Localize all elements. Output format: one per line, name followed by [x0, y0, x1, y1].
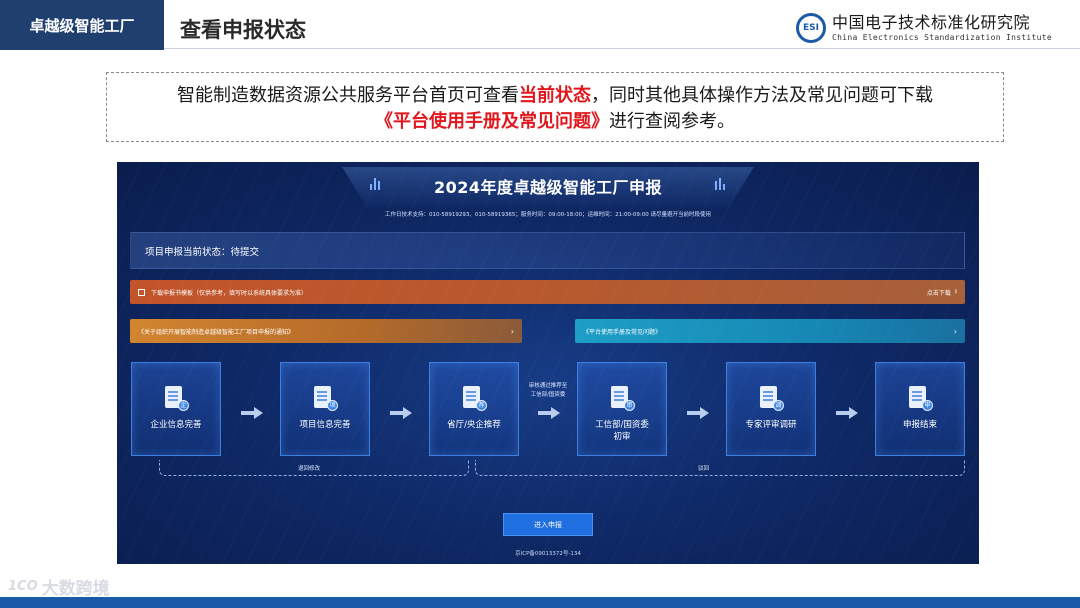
- download-icon: ⭳: [954, 288, 957, 295]
- arrow-right-icon: [241, 407, 263, 419]
- document-icon: 审: [609, 385, 635, 411]
- header-divider: [164, 48, 1080, 49]
- section-tab: 卓越级智能工厂: [0, 0, 164, 50]
- logo-name-en: China Electronics Standardization Instit…: [832, 32, 1053, 42]
- esi-logo-icon: ESI: [796, 13, 826, 43]
- checklist-icon: 申: [907, 385, 933, 411]
- platform-title: 2024年度卓越级智能工厂申报: [433, 178, 663, 197]
- step-expert-review: 调 专家评审调研: [726, 362, 816, 456]
- notice-link[interactable]: 《关于组织开展智能制造卓越级智能工厂项目申报的通知》 ›: [130, 319, 522, 343]
- note-text-1: 智能制造数据资源公共服务平台首页可查看: [177, 85, 519, 106]
- instruction-note: 智能制造数据资源公共服务平台首页可查看当前状态，同时其他具体操作方法及常见问题可…: [106, 72, 1004, 142]
- document-icon: 项: [312, 385, 338, 411]
- arrow-right-icon: [390, 407, 412, 419]
- document-icon: [138, 288, 145, 296]
- step-label: 专家评审调研: [745, 420, 797, 430]
- step-enterprise-info: 企 企业信息完善: [131, 362, 221, 456]
- approval-note: 审核通过推荐至 工信部/国资委: [528, 383, 568, 398]
- step-complete: 申 申报结束: [875, 362, 965, 456]
- step-project-info: 项 项目信息完善: [280, 362, 370, 456]
- watermark-text: 大数跨境: [41, 579, 110, 599]
- logo-name-cn: 中国电子技术标准化研究院: [832, 12, 1031, 32]
- note-highlight-manual: 《平台使用手册及常见问题》: [375, 111, 609, 132]
- step-label: 项目信息完善: [299, 420, 351, 430]
- return-label: 退回修改: [295, 464, 324, 472]
- step-label: 省厅/央企推荐: [447, 420, 501, 430]
- step-label: 企业信息完善: [150, 420, 202, 430]
- document-icon: 荐: [461, 385, 487, 411]
- chevron-right-icon: ›: [510, 326, 514, 336]
- manual-link-label: 《平台使用手册及常见问题》: [583, 328, 662, 336]
- reject-label: 驳回: [695, 464, 713, 472]
- watermark-logo-icon: 1CO: [8, 579, 38, 594]
- arrow-right-icon: [836, 407, 858, 419]
- status-text: 项目申报当前状态：待提交: [145, 246, 260, 258]
- document-icon: 企: [163, 385, 189, 411]
- arrow-right-icon: [538, 407, 560, 419]
- note-text-2: ，同时其他具体操作方法及常见问题可下载: [591, 85, 933, 106]
- enter-application-button[interactable]: 进入申报: [503, 513, 593, 536]
- chevron-right-icon: ›: [953, 326, 957, 336]
- support-info: 工作日技术支持：010-58919293、010-58919365；服务时间：0…: [384, 212, 712, 218]
- platform-screenshot: 2024年度卓越级智能工厂申报 工作日技术支持：010-58919293、010…: [117, 162, 979, 564]
- institute-logo: ESI 中国电子技术标准化研究院 China Electronics Stand…: [796, 13, 1052, 43]
- step-label: 申报结束: [902, 420, 937, 430]
- watermark: 1CO 大数跨境: [8, 574, 110, 599]
- download-link[interactable]: 点击下载: [927, 288, 951, 297]
- download-template-bar[interactable]: 下载申报书模板（仅供参考，填写时以系统具体要求为准） 点击下载 ⭳: [130, 280, 965, 304]
- note-highlight-status: 当前状态: [519, 85, 591, 106]
- manual-link[interactable]: 《平台使用手册及常见问题》 ›: [575, 319, 965, 343]
- step-ministry-review: 审 工信部/国资委 初审: [577, 362, 667, 456]
- arrow-right-icon: [687, 407, 709, 419]
- footer-bar: [0, 597, 1080, 608]
- download-template-label: 下载申报书模板（仅供参考，填写时以系统具体要求为准）: [151, 289, 308, 297]
- notice-link-label: 《关于组织开展智能制造卓越级智能工厂项目申报的通知》: [138, 328, 295, 336]
- reject-path: [475, 460, 965, 476]
- step-provincial-recommend: 荐 省厅/央企推荐: [429, 362, 519, 456]
- page-title: 查看申报状态: [180, 18, 306, 42]
- application-status: 项目申报当前状态：待提交: [130, 232, 965, 269]
- icp-number: 京ICP备09013372号-134: [515, 551, 581, 557]
- document-icon: 调: [758, 385, 784, 411]
- step-label: 工信部/国资委 初审: [595, 420, 649, 442]
- note-text-3: 进行查阅参考。: [609, 111, 735, 132]
